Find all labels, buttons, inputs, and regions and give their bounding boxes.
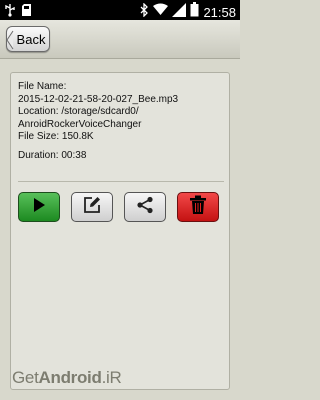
file-size: File Size: 150.8K [18,131,94,142]
play-button[interactable] [18,192,60,222]
delete-button[interactable] [177,192,219,222]
status-time: 21:58 [203,4,236,20]
file-duration: Duration: 00:38 [18,149,87,161]
watermark-prefix: Get [12,368,39,387]
watermark-bold: Android [38,368,102,387]
edit-button[interactable] [71,192,113,222]
edit-icon [83,196,101,219]
back-label: Back [16,32,46,47]
share-button[interactable] [124,192,166,222]
signal-icon [172,2,187,22]
divider [18,181,224,182]
trash-icon [189,195,207,220]
bluetooth-icon [140,1,149,22]
battery-icon [190,2,199,22]
file-info: File Name: 2015-12-02-21-58-20-027_Bee.m… [18,81,224,162]
watermark-logo: GetAndroid.iR [12,368,122,388]
wifi-icon [153,3,169,21]
share-icon [136,196,154,219]
file-name-label: File Name: [18,81,67,92]
file-name-value: 2015-12-02-21-58-20-027_Bee.mp3 [18,93,179,105]
watermark-suffix: .iR [101,368,122,387]
file-details-panel: File Name: 2015-12-02-21-58-20-027_Bee.m… [10,72,230,390]
status-bar: 21:58 [0,0,240,20]
file-location-value: AnroidRockerVoiceChanger [18,118,142,130]
file-location-label: Location: /storage/sdcard0/ [18,106,139,117]
title-bar: Back [0,20,240,59]
back-button[interactable]: Back [6,26,50,52]
play-icon [31,197,47,218]
